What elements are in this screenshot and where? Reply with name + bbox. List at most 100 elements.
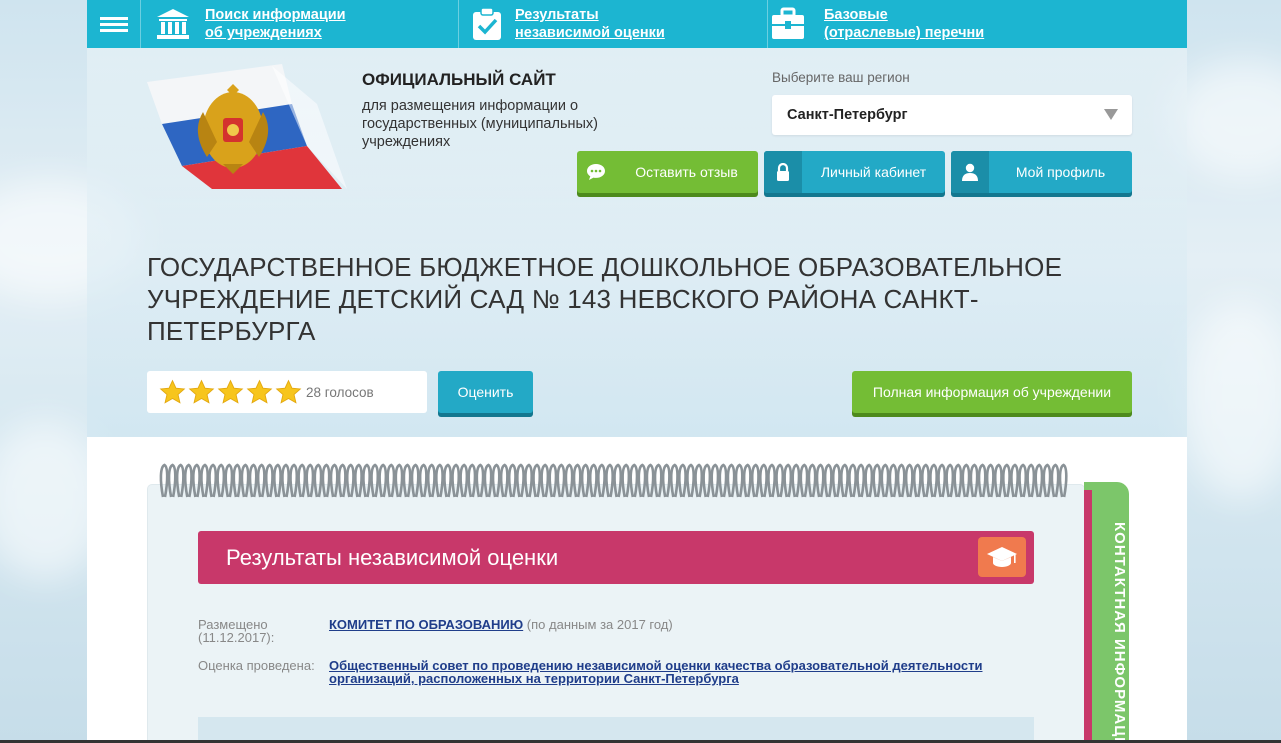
institution-title: ГОСУДАРСТВЕННОЕ БЮДЖЕТНОЕ ДОШКОЛЬНОЕ ОБР… <box>147 252 1063 346</box>
full-info-button[interactable]: Полная информация об учреждении <box>852 371 1132 413</box>
spiral-ring <box>969 463 979 498</box>
institution-building-icon <box>153 4 193 44</box>
spiral-ring <box>921 463 930 498</box>
spiral-binding-decor <box>159 463 1068 498</box>
cloud-decor <box>1180 300 1281 500</box>
spiral-ring <box>985 463 995 498</box>
spiral-ring <box>273 463 282 498</box>
spiral-ring <box>588 463 598 498</box>
spiral-ring <box>1050 463 1060 498</box>
conducted-by-link[interactable]: Общественный совет по проведению независ… <box>329 658 982 686</box>
nav-label: (отраслевые) перечни <box>824 25 985 41</box>
spiral-ring <box>1010 463 1019 498</box>
spiral-ring <box>702 463 712 498</box>
spiral-ring <box>159 463 169 498</box>
posted-by-link[interactable]: КОМИТЕТ ПО ОБРАЗОВАНИЮ <box>329 617 523 632</box>
rate-button[interactable]: Оценить <box>438 371 533 413</box>
star-icon[interactable] <box>275 379 302 406</box>
region-label: Выберите ваш регион <box>772 70 910 85</box>
spiral-ring <box>289 463 299 498</box>
contact-info-label: КОНТАКТНАЯ ИНФОРМАЦИЯ <box>1111 522 1128 743</box>
button-label: Личный кабинет <box>820 164 927 180</box>
spiral-ring <box>256 463 266 498</box>
spiral-ring <box>435 463 444 498</box>
spiral-ring <box>200 463 209 498</box>
spiral-ring <box>726 463 736 498</box>
briefcase-icon <box>768 4 808 44</box>
spiral-ring <box>993 463 1003 498</box>
spiral-ring <box>248 463 258 498</box>
speech-bubble-icon <box>577 151 615 193</box>
spiral-ring <box>175 463 185 498</box>
spiral-ring <box>540 463 550 498</box>
contact-info-tab[interactable]: КОНТАКТНАЯ ИНФОРМАЦИЯ <box>1084 482 1129 743</box>
spiral-ring <box>580 463 590 498</box>
menu-button[interactable] <box>87 0 141 48</box>
spiral-ring <box>208 463 218 498</box>
spiral-ring <box>337 463 347 498</box>
posted-note: (по данным за 2017 год) <box>523 617 673 632</box>
spiral-ring <box>240 463 250 498</box>
spiral-ring <box>759 463 768 498</box>
spiral-ring <box>864 463 874 498</box>
spiral-ring <box>483 463 493 498</box>
spiral-ring <box>678 463 687 498</box>
nav-item-base-lists[interactable]: Базовые (отраслевые) перечни <box>768 0 1077 48</box>
spiral-ring <box>232 463 242 498</box>
russian-flag-emblem-logo[interactable] <box>142 64 347 189</box>
spiral-ring <box>370 463 380 498</box>
site-description: для размещения информации о государствен… <box>362 98 599 150</box>
results-banner: Результаты независимой оценки <box>198 531 1034 584</box>
star-icon[interactable] <box>188 379 215 406</box>
spiral-ring <box>297 463 307 498</box>
nav-item-independent-results[interactable]: Результаты независимой оценки <box>459 0 768 48</box>
spiral-ring <box>912 463 922 498</box>
button-label: Полная информация об учреждении <box>872 384 1112 400</box>
spiral-ring <box>378 463 388 498</box>
spiral-ring <box>183 463 193 498</box>
spiral-ring <box>831 463 841 498</box>
button-label: Оценить <box>457 384 514 400</box>
spiral-ring <box>872 463 882 498</box>
personal-cabinet-button[interactable]: Личный кабинет <box>764 151 945 193</box>
spiral-ring <box>548 463 558 498</box>
star-icon[interactable] <box>246 379 273 406</box>
spiral-ring <box>880 463 890 498</box>
spiral-ring <box>613 463 623 498</box>
spiral-ring <box>937 463 947 498</box>
spiral-ring <box>637 463 647 498</box>
nav-item-institution-search[interactable]: Поиск информации об учреждениях <box>141 0 459 48</box>
spiral-ring <box>1042 463 1052 498</box>
spiral-ring <box>621 463 631 498</box>
spiral-ring <box>499 463 509 498</box>
region-select[interactable]: Санкт-Петербург <box>772 95 1132 135</box>
spiral-ring <box>799 463 809 498</box>
rating-stars[interactable] <box>159 379 304 406</box>
notebook-panel <box>148 485 1084 743</box>
results-title: Результаты независимой оценки <box>226 544 559 570</box>
spiral-ring <box>661 463 671 498</box>
spiral-ring <box>572 463 582 498</box>
user-icon <box>951 151 989 193</box>
spiral-ring <box>961 463 971 498</box>
graduation-cap-icon <box>978 537 1026 577</box>
dropdown-arrow-icon <box>1104 109 1118 120</box>
star-icon[interactable] <box>159 379 186 406</box>
spiral-ring <box>645 463 655 498</box>
nav-label: независимой оценки <box>515 25 665 41</box>
spiral-ring <box>475 463 485 498</box>
nav-label: Базовые <box>824 7 888 23</box>
tab-accent-bar <box>1084 490 1092 743</box>
my-profile-button[interactable]: Мой профиль <box>951 151 1132 193</box>
spiral-ring <box>1002 463 1011 498</box>
spiral-ring <box>605 463 614 498</box>
region-value: Санкт-Петербург <box>787 107 908 123</box>
checklist-icon <box>467 4 507 44</box>
spiral-ring <box>491 463 501 498</box>
spiral-ring <box>840 463 849 498</box>
nav-label: Поиск информации <box>205 7 346 23</box>
spiral-ring <box>783 463 793 498</box>
rating-box: 28 голосов <box>147 371 427 413</box>
leave-feedback-button[interactable]: Оставить отзыв <box>577 151 758 193</box>
star-icon[interactable] <box>217 379 244 406</box>
